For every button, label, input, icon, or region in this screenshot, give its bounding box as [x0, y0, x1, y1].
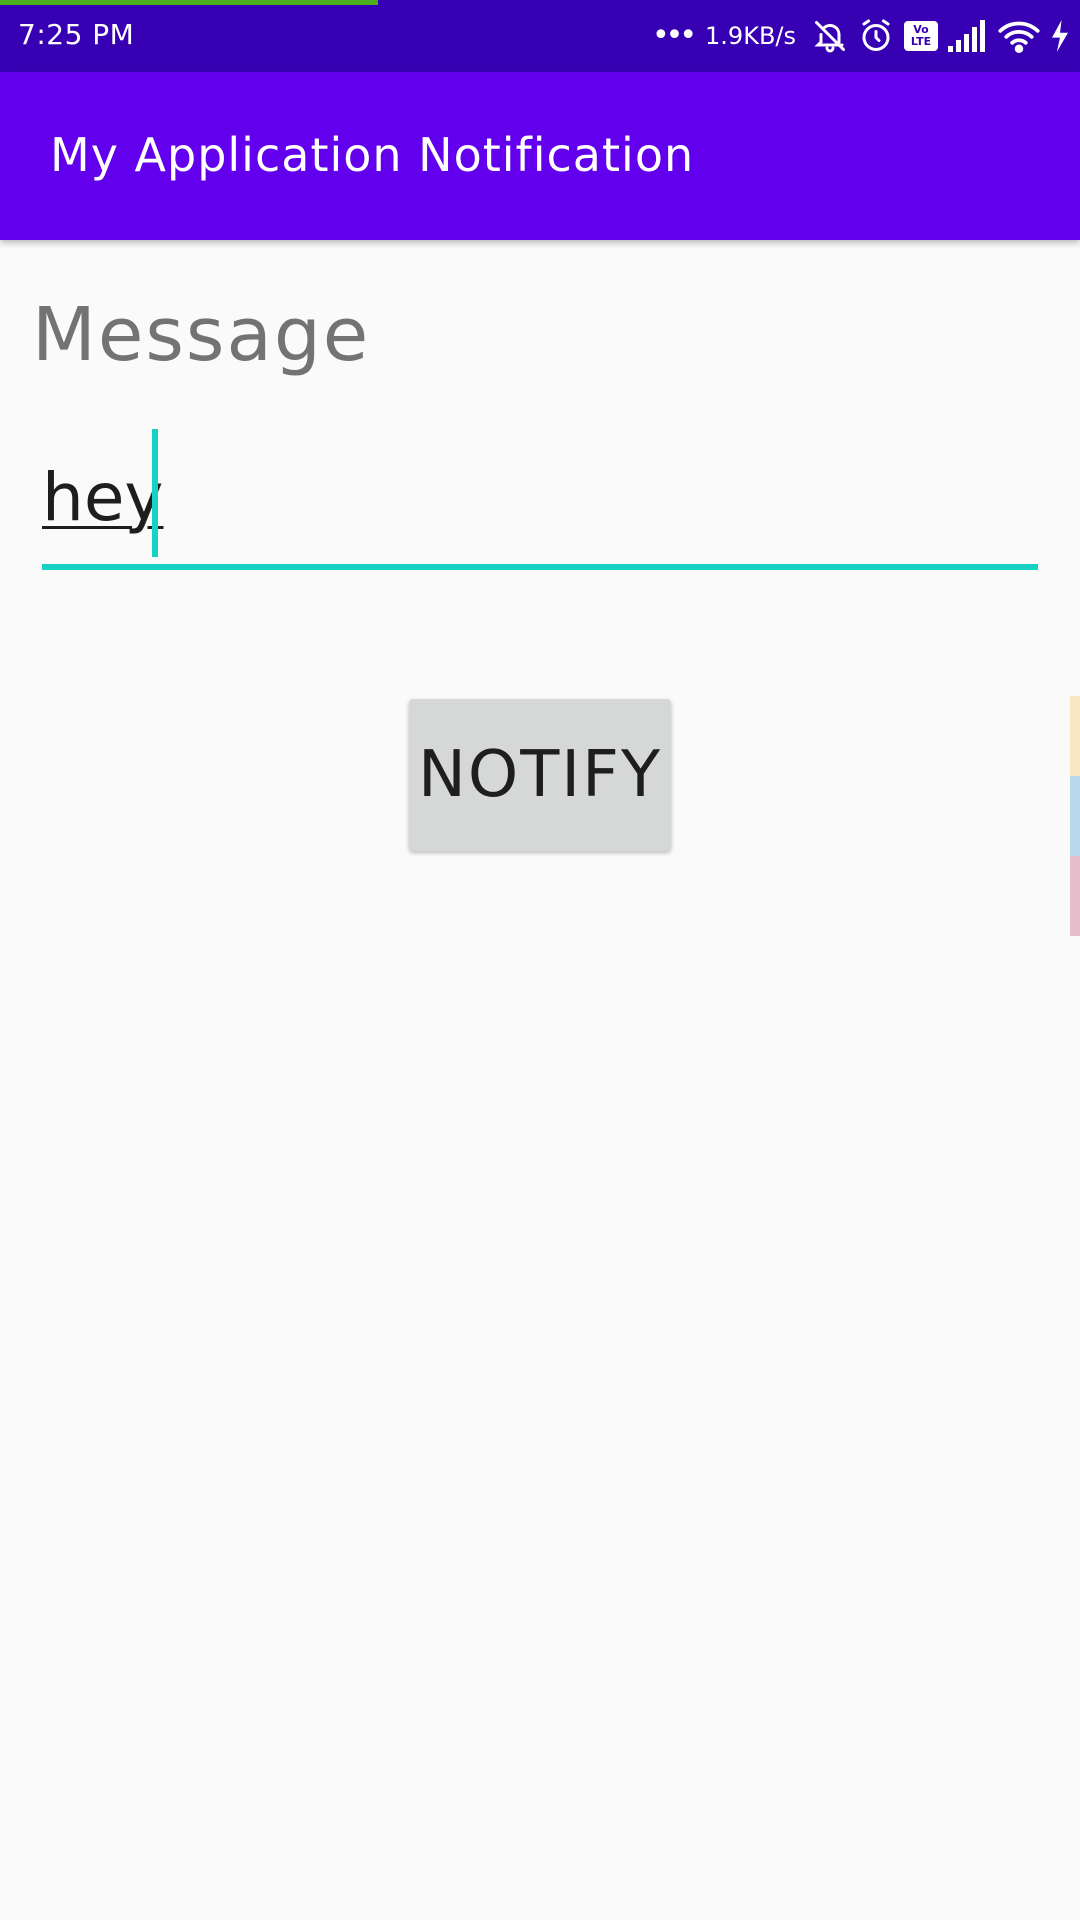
app-bar: My Application Notification — [0, 72, 1080, 240]
edge-tab-blue[interactable] — [1070, 776, 1080, 856]
wifi-icon — [998, 19, 1040, 53]
signal-icon — [948, 20, 988, 52]
volte-icon: Vo LTE — [904, 21, 938, 51]
screen: 7:25 PM ••• 1.9KB/s Vo LTE My Applicatio… — [0, 0, 1080, 1920]
charging-icon — [1050, 20, 1070, 52]
loading-progress-bar — [0, 0, 378, 5]
status-bar: 7:25 PM ••• 1.9KB/s Vo LTE — [0, 0, 1080, 72]
message-label: Message — [32, 292, 371, 378]
edge-tab-yellow[interactable] — [1070, 696, 1080, 776]
status-time: 7:25 PM — [18, 18, 135, 51]
app-title: My Application Notification — [50, 128, 695, 182]
edge-tab-pink[interactable] — [1070, 856, 1080, 936]
status-icons: ••• 1.9KB/s Vo LTE — [652, 14, 1070, 58]
message-input[interactable]: hey — [42, 425, 1038, 570]
message-input-value[interactable]: hey — [42, 459, 164, 536]
network-speed: 1.9KB/s — [705, 22, 796, 50]
bell-muted-icon — [812, 18, 848, 54]
more-notifications-dots: ••• — [651, 18, 697, 53]
input-underline — [42, 564, 1038, 570]
volte-bottom-text: LTE — [910, 35, 932, 48]
notify-button[interactable]: NOTIFY — [409, 699, 671, 851]
text-cursor — [152, 429, 158, 557]
alarm-icon — [858, 18, 894, 54]
